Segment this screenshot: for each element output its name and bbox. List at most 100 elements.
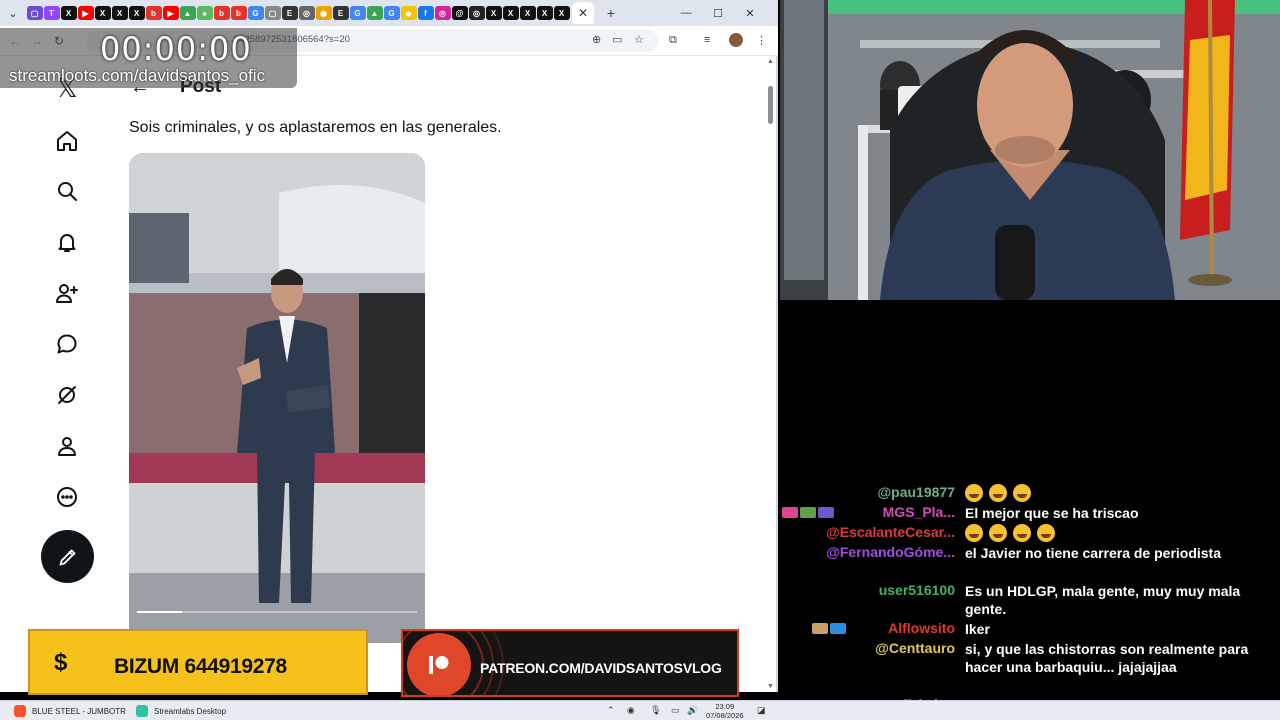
chat-panel: @pau19877 MGS_Pla... El mejor que se ha tr… xyxy=(780,484,1280,720)
chat-username[interactable]: MGS_Pla... xyxy=(883,504,955,520)
tray-chevron-icon[interactable]: ⌃ xyxy=(607,705,615,716)
tray-notification-icon[interactable]: ◪ xyxy=(757,705,766,716)
chat-username[interactable]: @FernandoGóme... xyxy=(826,544,955,560)
zoom-icon[interactable]: ⊕ xyxy=(592,33,601,46)
tab-favicon-red-icon[interactable]: b xyxy=(145,6,162,20)
webcam-image xyxy=(780,0,1280,300)
chat-username[interactable]: @pau19877 xyxy=(878,484,955,500)
tab-favicon-google-icon[interactable]: G xyxy=(247,6,264,20)
explore-search-icon[interactable] xyxy=(41,172,93,210)
chat-message-text: El mejor que se ha triscao xyxy=(965,505,1139,521)
taskbar-item-streamlabs[interactable]: Streamlabs Desktop xyxy=(136,704,226,718)
patreon-logo-icon xyxy=(429,656,449,674)
tab-favicon-instagram-icon[interactable]: ◎ xyxy=(434,6,451,20)
laughing-emoji-icon xyxy=(965,524,983,542)
menu-kebab-icon[interactable]: ⋮ xyxy=(756,34,767,47)
tab-favicon-purple-icon[interactable]: ▢ xyxy=(26,6,43,20)
tray-network-icon[interactable]: ◉ xyxy=(627,705,635,716)
chat-message-text: el Javier no tiene carrera de periodista xyxy=(965,545,1222,561)
tab-favicon-x-icon[interactable]: X xyxy=(485,6,502,20)
scroll-down-icon[interactable]: ▼ xyxy=(767,683,774,690)
tab-favicon-x-icon[interactable]: X xyxy=(536,6,553,20)
tab-favicon-youtube-icon[interactable]: ▶ xyxy=(77,6,94,20)
close-tab-icon[interactable]: ✕ xyxy=(572,2,594,24)
chat-username[interactable]: Alflowsito xyxy=(888,620,955,636)
laughing-emoji-icon xyxy=(965,484,983,502)
tab-favicon-orange-icon[interactable]: ◉ xyxy=(315,6,332,20)
extensions-icon[interactable]: ⧉ xyxy=(669,34,677,47)
patreon-banner: PATREON.COM/DAVIDSANTOSVLOG xyxy=(401,629,739,697)
home-icon[interactable] xyxy=(41,122,93,160)
tray-display-icon[interactable]: ▭ xyxy=(671,705,680,716)
tab-favicon-threads-icon[interactable]: @ xyxy=(451,6,468,20)
tab-favicon-e-icon[interactable]: E xyxy=(281,6,298,20)
laughing-emoji-icon xyxy=(1013,524,1031,542)
brave-icon xyxy=(14,705,26,717)
more-options-icon[interactable] xyxy=(41,478,93,516)
tab-search-icon[interactable]: ⌄ xyxy=(4,4,22,22)
tab-favicon-red-icon[interactable]: b xyxy=(230,6,247,20)
stream-screen: ⌄ ▢ T X ▶ X X Xb ▶ ▲ ♠ b b G ▢ E ◎ ◉ E G ▲ G ◆ f ◎ @ ◎ X X X X X ✕ + —… xyxy=(0,0,1280,720)
profile-icon[interactable] xyxy=(41,427,93,465)
tab-favicon-yellow-icon[interactable]: ◆ xyxy=(400,6,417,20)
chat-username[interactable]: @Centtauro xyxy=(875,640,955,656)
page-scrollbar[interactable]: ▲ ▼ xyxy=(766,56,776,692)
tab-favicon-green-icon[interactable]: ▲ xyxy=(366,6,383,20)
tray-mic-icon[interactable]: 🎙 xyxy=(650,705,661,716)
dollar-icon: $ xyxy=(54,649,68,676)
post-video[interactable] xyxy=(129,153,425,643)
taskbar-clock[interactable]: 23:09 07/08/2026 xyxy=(706,702,744,720)
new-tab-button[interactable]: + xyxy=(602,4,620,22)
chat-message-text xyxy=(965,524,1265,543)
tab-favicon-gray-icon[interactable]: ◎ xyxy=(298,6,315,20)
compose-icon xyxy=(58,548,76,566)
chat-username[interactable]: @EscalanteCesar... xyxy=(826,524,955,540)
scroll-thumb[interactable] xyxy=(768,86,773,124)
compose-post-button[interactable] xyxy=(41,530,94,583)
minimize-button[interactable]: — xyxy=(670,7,702,19)
tab-favicon-x-icon[interactable]: X xyxy=(553,6,570,20)
tab-favicon-x-icon[interactable]: X xyxy=(502,6,519,20)
tab-favicon-google-icon[interactable]: G xyxy=(383,6,400,20)
x-sidebar: 𝕏 xyxy=(0,56,115,692)
tray-volume-icon[interactable]: 🔊 xyxy=(687,705,698,716)
tab-favicon-gray-icon[interactable]: ▢ xyxy=(264,6,281,20)
patreon-text: PATREON.COM/DAVIDSANTOSVLOG xyxy=(480,660,722,676)
chat-badge-icon xyxy=(812,622,828,634)
tab-favicon-red-icon[interactable]: b xyxy=(213,6,230,20)
scroll-up-icon[interactable]: ▲ xyxy=(767,58,774,65)
tab-favicon-dark-icon[interactable]: ◎ xyxy=(468,6,485,20)
bizum-text: BIZUM 644919278 xyxy=(114,655,287,678)
tab-favicon-google-icon[interactable]: G xyxy=(349,6,366,20)
maximize-button[interactable]: ☐ xyxy=(702,7,734,20)
bookmark-star-icon[interactable]: ☆ xyxy=(634,33,644,46)
browser-window: ⌄ ▢ T X ▶ X X Xb ▶ ▲ ♠ b b G ▢ E ◎ ◉ E G ▲ G ◆ f ◎ @ ◎ X X X X X ✕ + —… xyxy=(0,0,778,692)
laughing-emoji-icon xyxy=(1037,524,1055,542)
tab-favicon-x-icon[interactable]: X xyxy=(519,6,536,20)
tab-favicon-youtube-icon[interactable]: ▶ xyxy=(162,6,179,20)
tab-favicon-green-icon[interactable]: ♠ xyxy=(196,6,213,20)
notifications-bell-icon[interactable] xyxy=(41,223,93,261)
follow-user-icon[interactable] xyxy=(41,274,93,312)
cast-icon[interactable]: ▭ xyxy=(612,33,622,46)
tab-favicon-x-icon[interactable]: X xyxy=(128,6,145,20)
tab-favicon-e-icon[interactable]: E xyxy=(332,6,349,20)
tab-favicon-x-icon[interactable]: X xyxy=(111,6,128,20)
window-controls: — ☐ ✕ xyxy=(670,0,766,26)
tab-favicon-x-icon[interactable]: X xyxy=(60,6,77,20)
close-window-button[interactable]: ✕ xyxy=(734,7,766,20)
profile-avatar[interactable] xyxy=(729,33,743,47)
messages-icon[interactable] xyxy=(41,325,93,363)
tab-favicon-green-icon[interactable]: ▲ xyxy=(179,6,196,20)
media-icon[interactable]: ≡ xyxy=(704,34,710,46)
tab-favicon-x-icon[interactable]: X xyxy=(94,6,111,20)
chat-username[interactable]: user516100 xyxy=(879,582,955,598)
taskbar-item-brave[interactable]: BLUE STEEL - JUMBOTR xyxy=(14,704,126,718)
post-text: Sois criminales, y os aplastaremos en la… xyxy=(129,119,502,136)
video-progress-bar[interactable] xyxy=(137,611,417,613)
chat-badge-icon xyxy=(782,506,798,518)
tab-favicon-blue-icon[interactable]: f xyxy=(417,6,434,20)
tab-favicon-twitch-icon[interactable]: T xyxy=(43,6,60,20)
chat-badge-icon xyxy=(830,622,846,634)
grok-icon[interactable] xyxy=(41,376,93,414)
